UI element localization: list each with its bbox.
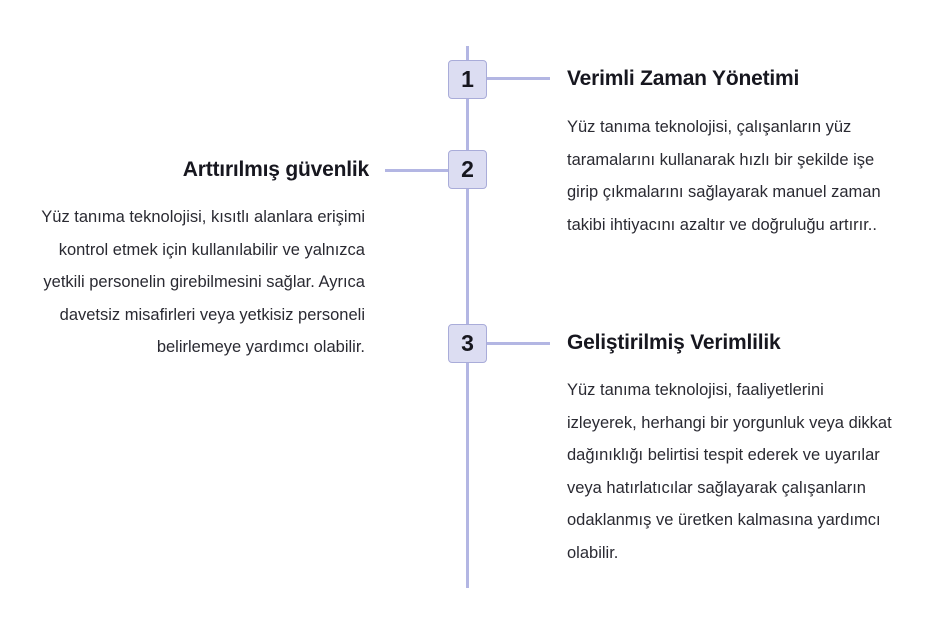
item-description-3: Yüz tanıma teknolojisi, faaliyetlerini i…: [567, 381, 892, 562]
item-title-1: Verimli Zaman Yönetimi: [567, 67, 800, 90]
step-number-2: 2: [448, 150, 487, 189]
item-description-2: Yüz tanıma teknolojisi, kısıtlı alanlara…: [41, 208, 365, 357]
item-title-2: Arttırılmış güvenlik: [182, 158, 369, 181]
item-title-3: Geliştirilmiş Verimlilik: [567, 331, 781, 354]
item-description-1: Yüz tanıma teknolojisi, çalışanların yüz…: [567, 118, 881, 234]
step-number-3: 3: [448, 324, 487, 363]
timeline-line: [466, 46, 469, 588]
connector-2: [385, 169, 448, 172]
connector-3: [487, 342, 550, 345]
step-number-1: 1: [448, 60, 487, 99]
connector-1: [487, 77, 550, 80]
